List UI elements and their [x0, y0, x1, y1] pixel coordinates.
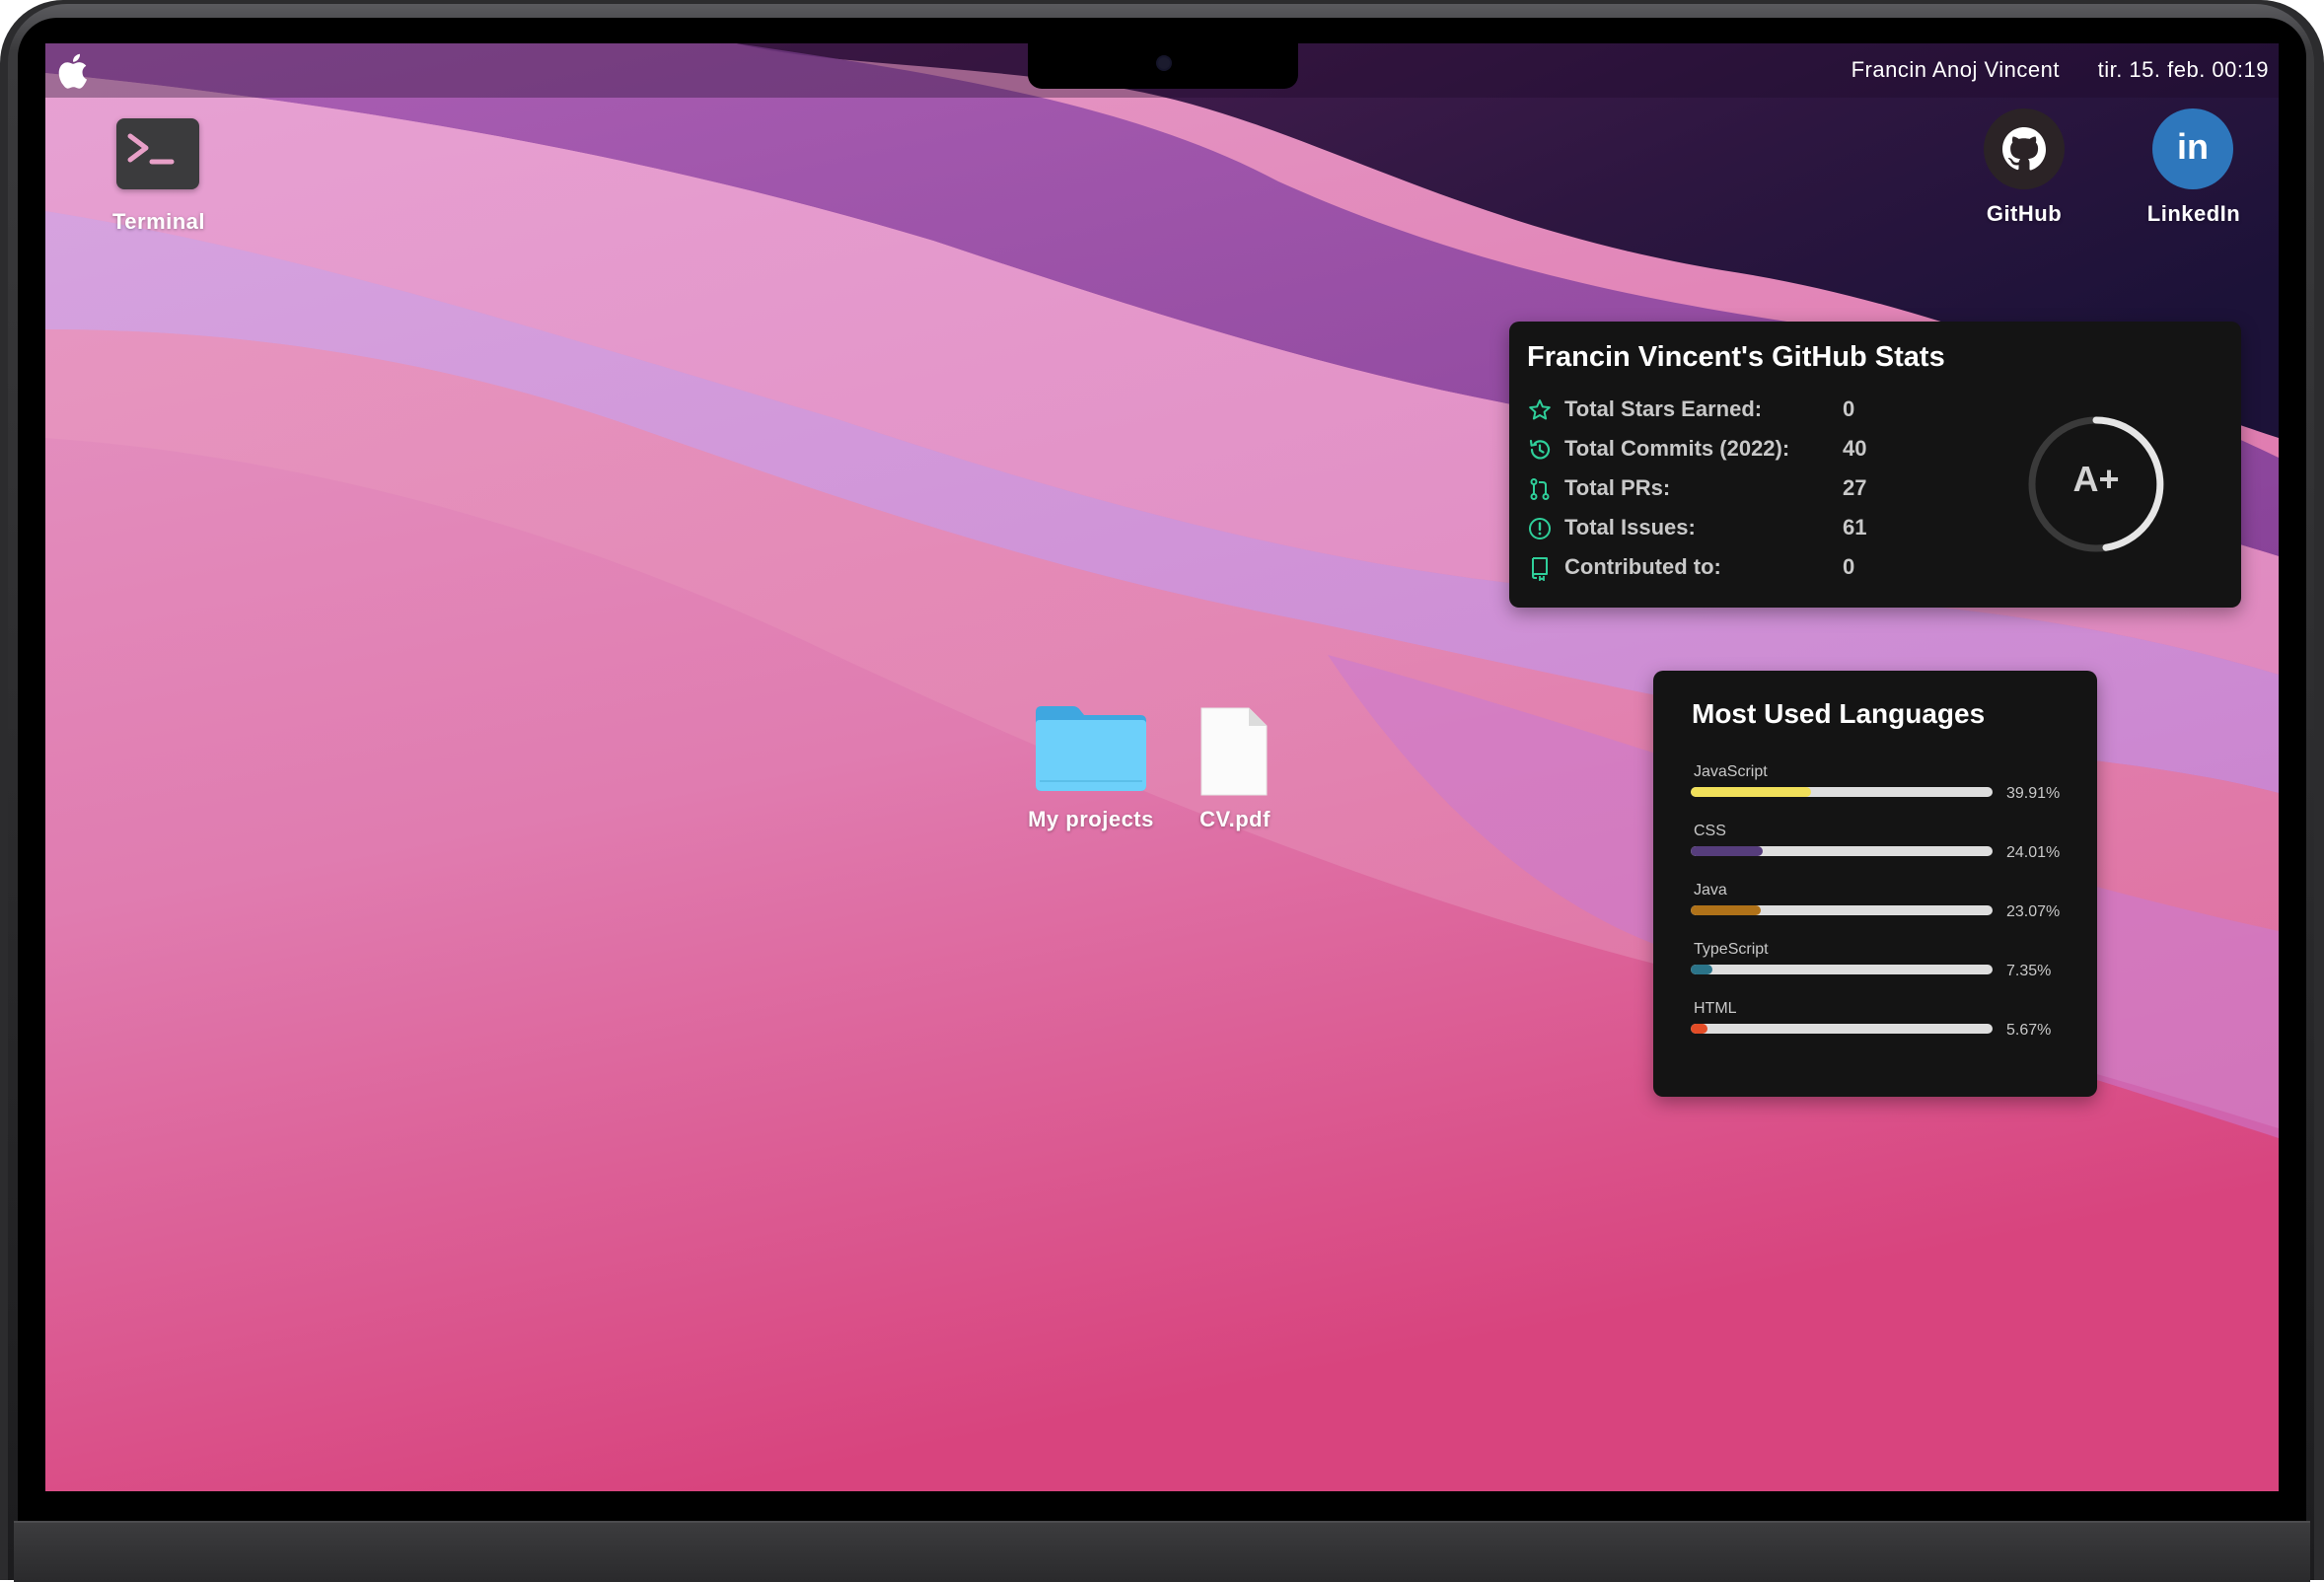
language-percent: 5.67% [2006, 1022, 2052, 1039]
language-percent: 39.91% [2006, 785, 2061, 802]
language-row: HTML 5.67% [1691, 1000, 2085, 1059]
laptop-base [14, 1521, 2310, 1582]
language-bar [1691, 965, 1993, 974]
stat-row-prs: Total PRs: 27 [1527, 473, 1902, 505]
language-bar [1691, 1024, 1993, 1034]
issue-icon [1529, 518, 1551, 539]
github-label[interactable]: GitHub [1969, 201, 2079, 227]
github-link-button[interactable] [1984, 108, 2065, 189]
language-bar [1691, 787, 1993, 797]
repo-icon [1532, 557, 1548, 581]
stat-value: 61 [1843, 515, 1867, 539]
language-percent: 24.01% [2006, 844, 2061, 861]
languages-title: Most Used Languages [1692, 698, 1986, 729]
camera-notch [1028, 43, 1298, 89]
language-bar [1691, 905, 1993, 915]
stat-label: Total Commits (2022): [1564, 436, 1790, 461]
history-icon [1529, 439, 1551, 460]
linkedin-link-button[interactable]: in [2152, 108, 2233, 189]
camera-dot [1156, 55, 1172, 71]
star-icon [1529, 399, 1551, 420]
apple-logo-icon[interactable] [55, 51, 89, 91]
language-name: TypeScript [1694, 941, 1769, 958]
stat-row-issues: Total Issues: 61 [1527, 513, 1902, 544]
language-bar-fill [1691, 787, 1812, 797]
terminal-label[interactable]: Terminal [105, 209, 213, 235]
pdf-label[interactable]: CV.pdf [1186, 807, 1284, 832]
github-stats-card: Francin Vincent's GitHub Stats Total Sta… [1509, 322, 2241, 608]
rank-grade: A+ [2072, 459, 2120, 499]
language-bar-fill [1691, 846, 1764, 856]
folder-label[interactable]: My projects [1018, 807, 1164, 832]
language-row: TypeScript 7.35% [1691, 941, 2085, 1000]
stat-row-contributed: Contributed to: 0 [1527, 552, 1902, 584]
language-row: Java 23.07% [1691, 882, 2085, 941]
stat-value: 27 [1843, 475, 1867, 500]
language-name: Java [1694, 882, 1727, 899]
desktop-screen: Francin Anoj Vincent tir. 15. feb. 00:19… [45, 43, 2279, 1491]
stat-label: Total PRs: [1564, 475, 1671, 500]
language-bar-fill [1691, 1024, 1708, 1034]
stat-value: 40 [1843, 436, 1867, 461]
github-icon [2002, 127, 2046, 171]
menu-bar: Francin Anoj Vincent tir. 15. feb. 00:19 [45, 43, 2279, 98]
linkedin-icon: in [2177, 126, 2209, 167]
stat-value: 0 [1843, 554, 1855, 579]
language-bar-fill [1691, 965, 1713, 974]
terminal-app-icon[interactable] [116, 118, 199, 189]
stats-title: Francin Vincent's GitHub Stats [1527, 341, 1945, 373]
stat-label: Total Stars Earned: [1564, 396, 1763, 421]
language-percent: 7.35% [2006, 963, 2052, 979]
language-row: JavaScript 39.91% [1691, 763, 2085, 823]
language-row: CSS 24.01% [1691, 823, 2085, 882]
menu-clock[interactable]: tir. 15. feb. 00:19 [2098, 57, 2269, 83]
folder-icon[interactable] [1032, 702, 1150, 793]
stat-row-commits: Total Commits (2022): 40 [1527, 434, 1902, 466]
laptop-frame: Francin Anoj Vincent tir. 15. feb. 00:19… [0, 0, 2324, 1582]
language-bar [1691, 846, 1993, 856]
language-name: HTML [1694, 1000, 1737, 1017]
stat-label: Total Issues: [1564, 515, 1696, 539]
stat-value: 0 [1843, 396, 1855, 421]
linkedin-label[interactable]: LinkedIn [2137, 201, 2251, 227]
language-percent: 23.07% [2006, 903, 2061, 920]
terminal-prompt-icon [127, 133, 175, 165]
language-name: CSS [1694, 823, 1726, 839]
pull-request-icon [1530, 478, 1550, 500]
languages-card: Most Used Languages JavaScript 39.91% CS… [1653, 671, 2097, 1097]
language-bar-fill [1691, 905, 1761, 915]
pdf-file-icon[interactable] [1199, 706, 1269, 797]
stat-label: Contributed to: [1564, 554, 1721, 579]
stat-row-stars: Total Stars Earned: 0 [1527, 395, 1902, 426]
menu-user-name: Francin Anoj Vincent [1851, 57, 2060, 82]
language-name: JavaScript [1694, 763, 1768, 780]
